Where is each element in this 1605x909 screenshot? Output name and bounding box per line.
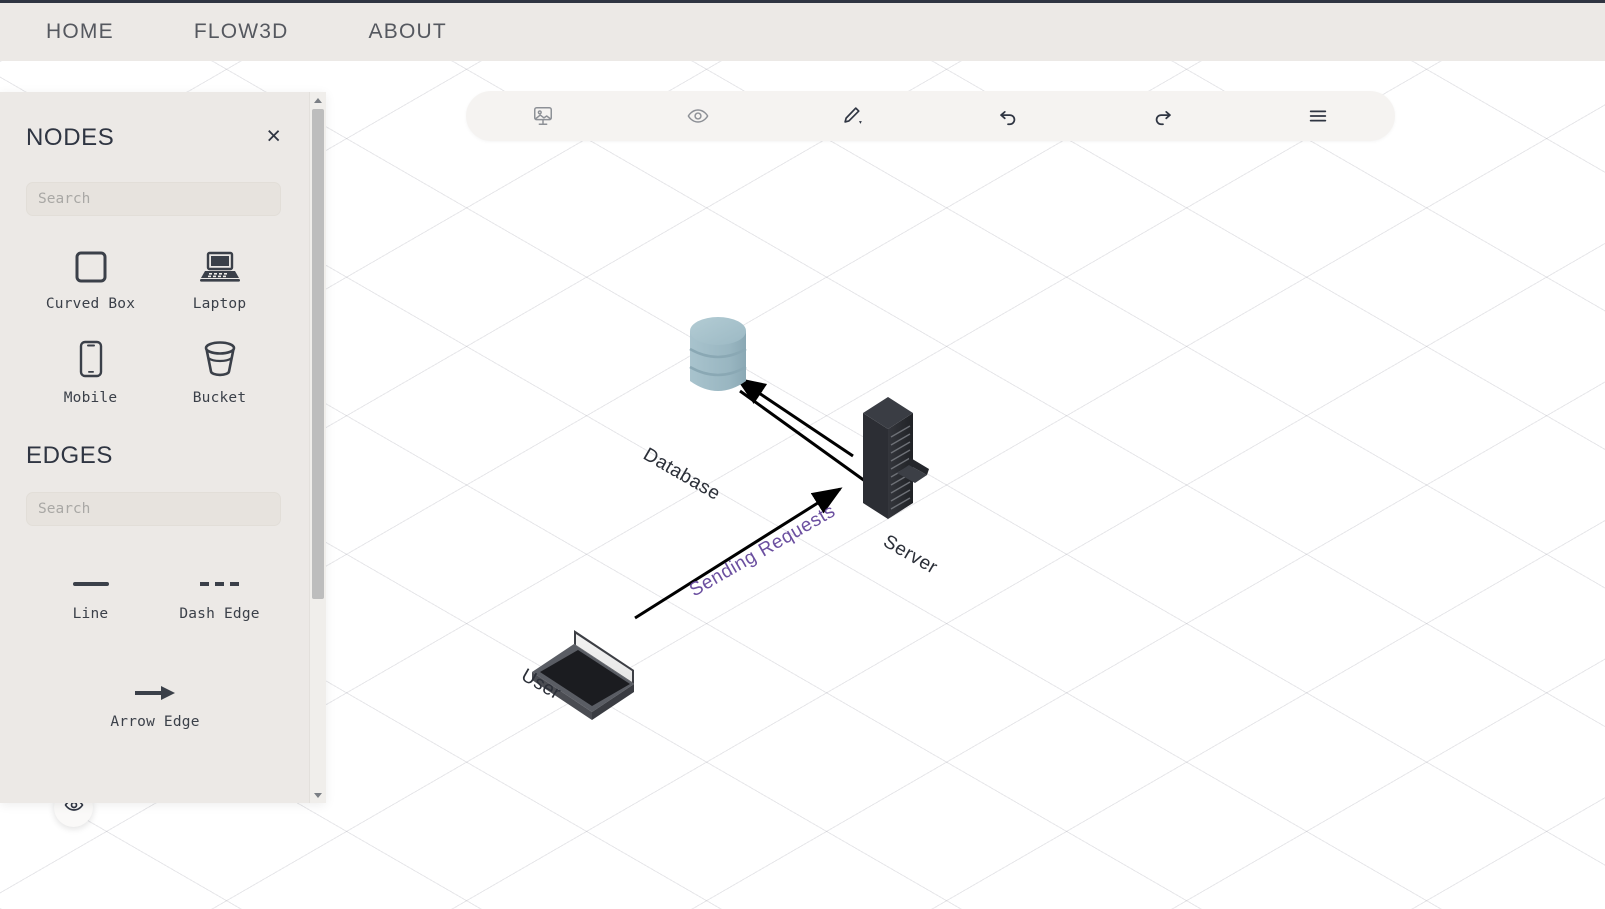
export-image-icon (532, 105, 554, 127)
curved-box-icon (74, 240, 108, 284)
dashed-line-icon (199, 550, 240, 594)
nodes-search-input[interactable] (26, 182, 281, 216)
edges-section-title: EDGES (26, 442, 114, 469)
solid-line-icon (72, 550, 109, 594)
close-icon[interactable]: × (263, 123, 284, 153)
sidebar-scrollbar[interactable] (309, 92, 326, 803)
node-database[interactable] (689, 317, 747, 391)
palette-item-laptop[interactable]: Laptop (155, 240, 284, 312)
palette-item-line[interactable]: Line (26, 550, 155, 622)
edges-palette: Line Dash Edge Arrow Edge (26, 550, 284, 752)
scroll-down-icon[interactable] (310, 787, 326, 803)
nav-link-about[interactable]: ABOUT (369, 20, 447, 44)
redo-button[interactable] (1085, 91, 1240, 141)
nav-link-home[interactable]: HOME (46, 20, 114, 44)
undo-button[interactable] (930, 91, 1085, 141)
palette-sidebar: NODES × Curved Box (0, 92, 326, 803)
node-user[interactable] (532, 630, 634, 720)
menu-button[interactable] (1240, 91, 1395, 141)
palette-label: Laptop (192, 296, 247, 312)
palette-item-dash-edge[interactable]: Dash Edge (155, 550, 284, 622)
top-navbar: HOME FLOW3D ABOUT (0, 0, 1605, 61)
nav-link-flow3d[interactable]: FLOW3D (194, 20, 289, 44)
nodes-palette: Curved Box Laptop Mobile Bucket (26, 240, 284, 428)
bucket-icon (202, 334, 238, 378)
palette-label: Line (72, 606, 109, 622)
export-image-button[interactable] (466, 91, 621, 141)
nodes-section-title: NODES (26, 124, 115, 151)
scroll-up-icon[interactable] (310, 92, 326, 108)
arrow-line-icon (133, 658, 177, 702)
scrollbar-thumb[interactable] (312, 109, 324, 599)
edges-search-input[interactable] (26, 492, 281, 526)
canvas-toolbar (466, 91, 1395, 141)
eye-icon (687, 105, 709, 127)
palette-label: Curved Box (45, 296, 136, 312)
palette-item-mobile[interactable]: Mobile (26, 334, 155, 406)
palette-label: Bucket (192, 390, 247, 406)
palette-item-curved-box[interactable]: Curved Box (26, 240, 155, 312)
edge-server-to-database[interactable] (735, 377, 854, 458)
pen-dropdown-icon (840, 104, 866, 128)
hamburger-icon (1307, 105, 1329, 127)
palette-item-bucket[interactable]: Bucket (155, 334, 284, 406)
palette-sidebar-content: NODES × Curved Box (0, 92, 310, 803)
pen-tool-button[interactable] (776, 91, 931, 141)
redo-icon (1152, 105, 1174, 127)
nodes-section-header: NODES × (26, 116, 284, 160)
palette-label: Dash Edge (179, 606, 260, 622)
mobile-icon (78, 334, 104, 378)
laptop-icon (199, 240, 240, 284)
palette-item-arrow-edge[interactable]: Arrow Edge (26, 658, 284, 730)
edge-database-to-server[interactable] (739, 389, 866, 483)
preview-button[interactable] (621, 91, 776, 141)
node-server[interactable] (863, 397, 929, 519)
palette-label: Arrow Edge (110, 714, 200, 730)
undo-icon (997, 105, 1019, 127)
palette-label: Mobile (63, 390, 118, 406)
